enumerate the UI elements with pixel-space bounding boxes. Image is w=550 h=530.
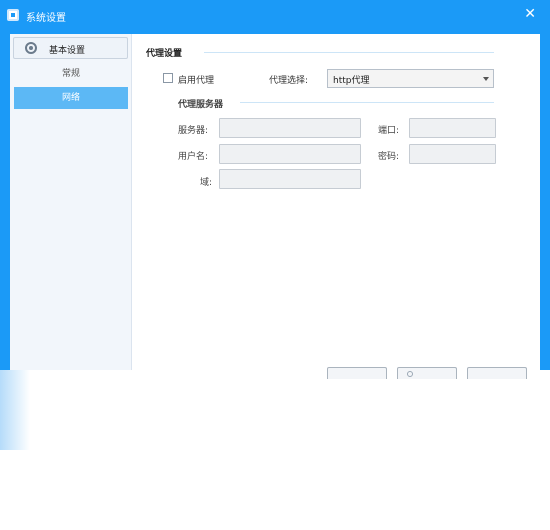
- proxy-type-value: http代理: [333, 76, 370, 86]
- gear-icon: [25, 42, 37, 54]
- dialog-button-1[interactable]: [327, 367, 387, 379]
- section-title-proxy-server: 代理服务器: [178, 100, 224, 110]
- port-input[interactable]: [409, 118, 496, 138]
- window-border-right: [540, 34, 550, 370]
- password-input[interactable]: [409, 144, 496, 164]
- dialog-button-3[interactable]: [467, 367, 527, 379]
- section-divider: [240, 102, 494, 103]
- dialog-button-2[interactable]: [397, 367, 457, 379]
- window-border-left: [0, 34, 10, 370]
- settings-sidebar: 基本设置 常规 网络: [10, 34, 132, 370]
- server-input[interactable]: [219, 118, 361, 138]
- proxy-type-label: 代理选择:: [269, 76, 309, 86]
- app-icon: [7, 9, 19, 21]
- sidebar-item-general[interactable]: 常规: [14, 63, 128, 85]
- use-proxy-label: 启用代理: [178, 76, 215, 86]
- server-label: 服务器:: [178, 126, 209, 136]
- button-icon: [407, 371, 413, 377]
- sidebar-group-label: 基本设置: [49, 46, 86, 56]
- window-title: 系统设置: [26, 13, 66, 24]
- section-title-proxy-settings: 代理设置: [146, 49, 183, 59]
- section-divider: [204, 52, 494, 53]
- username-input[interactable]: [219, 144, 361, 164]
- password-label: 密码:: [378, 152, 400, 162]
- domain-label: 域:: [200, 178, 213, 188]
- sidebar-item-network[interactable]: 网络: [14, 87, 128, 109]
- proxy-type-select[interactable]: http代理: [327, 69, 494, 88]
- use-proxy-checkbox[interactable]: [163, 73, 173, 83]
- chevron-down-icon: [483, 77, 489, 81]
- username-label: 用户名:: [178, 152, 209, 162]
- sidebar-group-basic-settings[interactable]: 基本设置: [13, 37, 128, 59]
- window-shadow: [0, 370, 30, 450]
- title-bar: 系统设置 ✕: [0, 0, 550, 34]
- settings-content: 代理设置 启用代理 代理选择: http代理 代理服务器 服务器: 端口: 用户…: [132, 34, 540, 370]
- port-label: 端口:: [378, 126, 400, 136]
- close-icon[interactable]: ✕: [524, 7, 536, 21]
- domain-input[interactable]: [219, 169, 361, 189]
